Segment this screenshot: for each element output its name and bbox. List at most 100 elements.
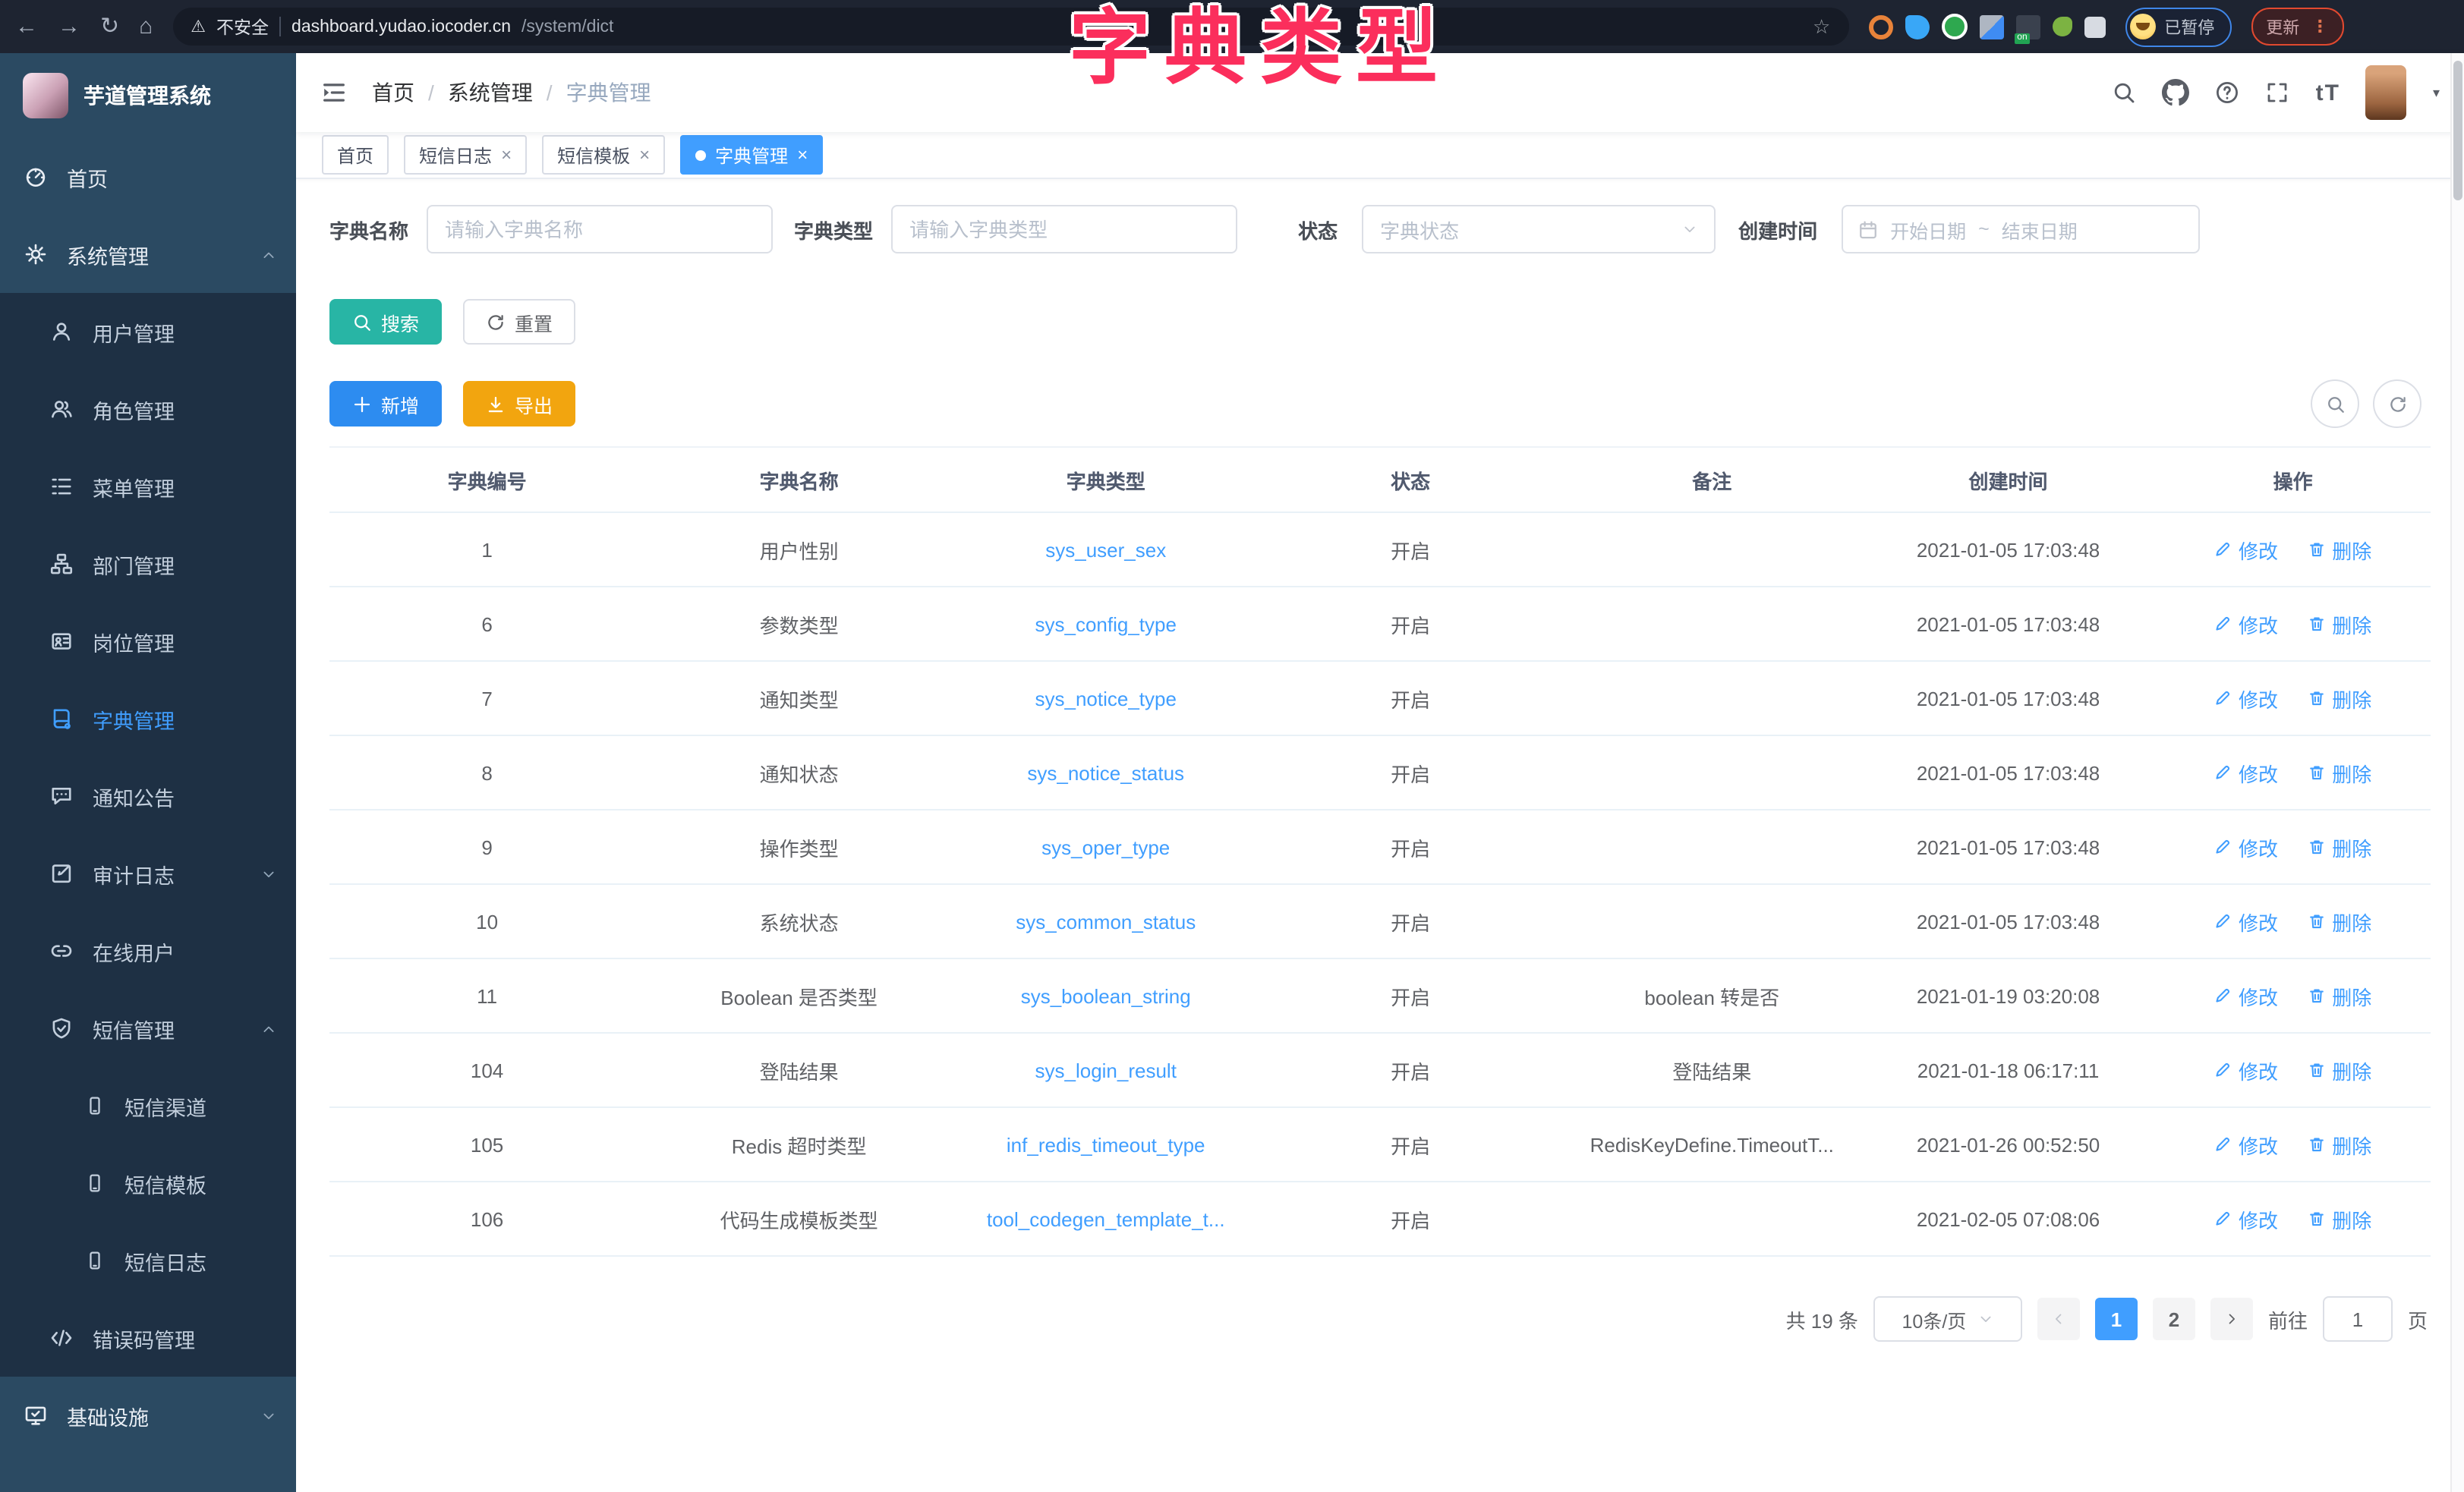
sidebar-item-notice[interactable]: 通知公告 xyxy=(0,757,296,835)
page-size-select[interactable]: 10条/页 xyxy=(1873,1296,2022,1342)
sidebar-item-sms-management[interactable]: 短信管理 xyxy=(0,990,296,1067)
sidebar-item-sms-log[interactable]: 短信日志 xyxy=(0,1222,296,1299)
next-page-button[interactable] xyxy=(2210,1298,2253,1340)
profile-paused-chip[interactable]: 已暂停 xyxy=(2125,7,2231,46)
dict-type-link[interactable]: sys_user_sex xyxy=(953,512,1258,587)
close-icon[interactable]: × xyxy=(501,144,512,165)
prev-page-button[interactable] xyxy=(2037,1298,2080,1340)
sidebar-item-user-management[interactable]: 用户管理 xyxy=(0,293,296,370)
refresh-table-button[interactable] xyxy=(2373,379,2421,428)
sidebar-item-infrastructure[interactable]: 基础设施 xyxy=(0,1377,296,1454)
extension-green-icon[interactable] xyxy=(1941,14,1967,39)
browser-menu-dots-icon[interactable]: ⋮ xyxy=(2311,17,2328,36)
sidebar-item-online-users[interactable]: 在线用户 xyxy=(0,912,296,990)
address-bar[interactable]: ⚠ 不安全 dashboard.yudao.iocoder.cn /system… xyxy=(172,8,1848,46)
breadcrumb-system[interactable]: 系统管理 xyxy=(448,77,533,108)
dict-type-link[interactable]: sys_notice_status xyxy=(953,735,1258,810)
edit-link[interactable]: 修改 xyxy=(2214,833,2278,861)
extension-orange-icon[interactable] xyxy=(1868,14,1892,39)
dict-type-link[interactable]: sys_config_type xyxy=(953,587,1258,661)
extension-leaf-icon[interactable] xyxy=(2052,17,2072,36)
sidebar-item-sms-template[interactable]: 短信模板 xyxy=(0,1144,296,1222)
sidebar-item-dept-management[interactable]: 部门管理 xyxy=(0,525,296,603)
show-search-toggle-button[interactable] xyxy=(2311,379,2359,428)
sidebar-item-home[interactable]: 首页 xyxy=(0,138,296,216)
dict-type-link[interactable]: sys_boolean_string xyxy=(953,958,1258,1033)
edit-link[interactable]: 修改 xyxy=(2214,907,2278,936)
font-size-icon[interactable]: tT xyxy=(2316,80,2340,105)
breadcrumb-home[interactable]: 首页 xyxy=(372,77,414,108)
extensions-puzzle-icon[interactable] xyxy=(2084,16,2105,37)
tab-sms-log[interactable]: 短信日志 × xyxy=(404,135,527,175)
edit-link[interactable]: 修改 xyxy=(2214,758,2278,787)
sidebar-item-menu-management[interactable]: 菜单管理 xyxy=(0,448,296,525)
extension-switch-icon[interactable]: on xyxy=(2015,14,2040,39)
app-logo-row[interactable]: 芋道管理系统 xyxy=(0,53,296,138)
dict-type-link[interactable]: sys_notice_type xyxy=(953,661,1258,735)
avatar-dropdown-caret-icon[interactable]: ▾ xyxy=(2433,84,2440,101)
sidebar-item-role-management[interactable]: 角色管理 xyxy=(0,370,296,448)
edit-link[interactable]: 修改 xyxy=(2214,535,2278,564)
date-range-picker[interactable]: 开始日期 ~ 结束日期 xyxy=(1842,205,2200,253)
export-button[interactable]: 导出 xyxy=(463,381,575,427)
delete-link[interactable]: 删除 xyxy=(2308,1056,2371,1084)
delete-link[interactable]: 删除 xyxy=(2308,1130,2371,1159)
delete-link[interactable]: 删除 xyxy=(2308,535,2371,564)
page-button-2[interactable]: 2 xyxy=(2153,1298,2195,1340)
sidebar-item-dict-management[interactable]: 字典管理 xyxy=(0,680,296,757)
edit-link[interactable]: 修改 xyxy=(2214,684,2278,713)
fullscreen-icon[interactable] xyxy=(2266,80,2290,105)
scrollbar-thumb[interactable] xyxy=(2453,61,2462,200)
tab-home[interactable]: 首页 xyxy=(322,135,389,175)
bookmark-star-icon[interactable]: ☆ xyxy=(1813,14,1830,39)
sidebar-item-post-management[interactable]: 岗位管理 xyxy=(0,603,296,680)
browser-forward-icon[interactable]: → xyxy=(58,0,80,53)
delete-link[interactable]: 删除 xyxy=(2308,981,2371,1010)
security-label[interactable]: 不安全 xyxy=(216,14,269,39)
sidebar-collapse-icon[interactable] xyxy=(320,79,348,106)
help-icon[interactable] xyxy=(2216,80,2240,105)
github-icon[interactable] xyxy=(2163,79,2190,106)
delete-link[interactable]: 删除 xyxy=(2308,758,2371,787)
dict-type-input[interactable] xyxy=(891,205,1237,253)
search-button[interactable]: 搜索 xyxy=(329,299,442,345)
sidebar-item-system-management[interactable]: 系统管理 xyxy=(0,216,296,293)
add-button[interactable]: 新增 xyxy=(329,381,442,427)
avatar[interactable] xyxy=(2366,65,2407,120)
reset-button[interactable]: 重置 xyxy=(463,299,575,345)
dict-type-link[interactable]: sys_common_status xyxy=(953,884,1258,958)
delete-link[interactable]: 删除 xyxy=(2308,609,2371,638)
browser-home-icon[interactable]: ⌂ xyxy=(139,0,153,53)
dict-type-link[interactable]: sys_oper_type xyxy=(953,810,1258,884)
close-icon[interactable]: × xyxy=(639,144,650,165)
edit-link[interactable]: 修改 xyxy=(2214,1056,2278,1084)
dict-type-link[interactable]: tool_codegen_template_t... xyxy=(953,1182,1258,1256)
delete-link[interactable]: 删除 xyxy=(2308,907,2371,936)
tab-sms-template[interactable]: 短信模板 × xyxy=(542,135,665,175)
delete-link[interactable]: 删除 xyxy=(2308,833,2371,861)
search-icon[interactable] xyxy=(2113,80,2137,105)
extension-blue-icon[interactable] xyxy=(1905,14,1929,39)
dict-name-input[interactable] xyxy=(427,205,773,253)
dict-type-link[interactable]: inf_redis_timeout_type xyxy=(953,1107,1258,1182)
page-scrollbar[interactable] xyxy=(2450,53,2464,1492)
sidebar-item-audit-log[interactable]: 审计日志 xyxy=(0,835,296,912)
delete-link[interactable]: 删除 xyxy=(2308,1204,2371,1233)
sidebar-item-error-code[interactable]: 错误码管理 xyxy=(0,1299,296,1377)
edit-link[interactable]: 修改 xyxy=(2214,981,2278,1010)
edit-link[interactable]: 修改 xyxy=(2214,1130,2278,1159)
page-button-1[interactable]: 1 xyxy=(2095,1298,2138,1340)
dict-type-link[interactable]: sys_login_result xyxy=(953,1033,1258,1107)
browser-reload-icon[interactable]: ↻ xyxy=(100,0,119,53)
browser-update-button[interactable]: 更新 ⋮ xyxy=(2251,8,2343,46)
edit-link[interactable]: 修改 xyxy=(2214,1204,2278,1233)
edit-link[interactable]: 修改 xyxy=(2214,609,2278,638)
close-icon[interactable]: × xyxy=(797,144,808,165)
delete-link[interactable]: 删除 xyxy=(2308,684,2371,713)
goto-page-input[interactable] xyxy=(2323,1296,2393,1342)
browser-back-icon[interactable]: ← xyxy=(15,0,38,53)
extension-grid-icon[interactable] xyxy=(1979,14,2003,39)
sidebar-item-sms-channel[interactable]: 短信渠道 xyxy=(0,1067,296,1144)
tab-dict-management[interactable]: 字典管理 × xyxy=(680,135,823,175)
status-select[interactable]: 字典状态 xyxy=(1362,205,1716,253)
